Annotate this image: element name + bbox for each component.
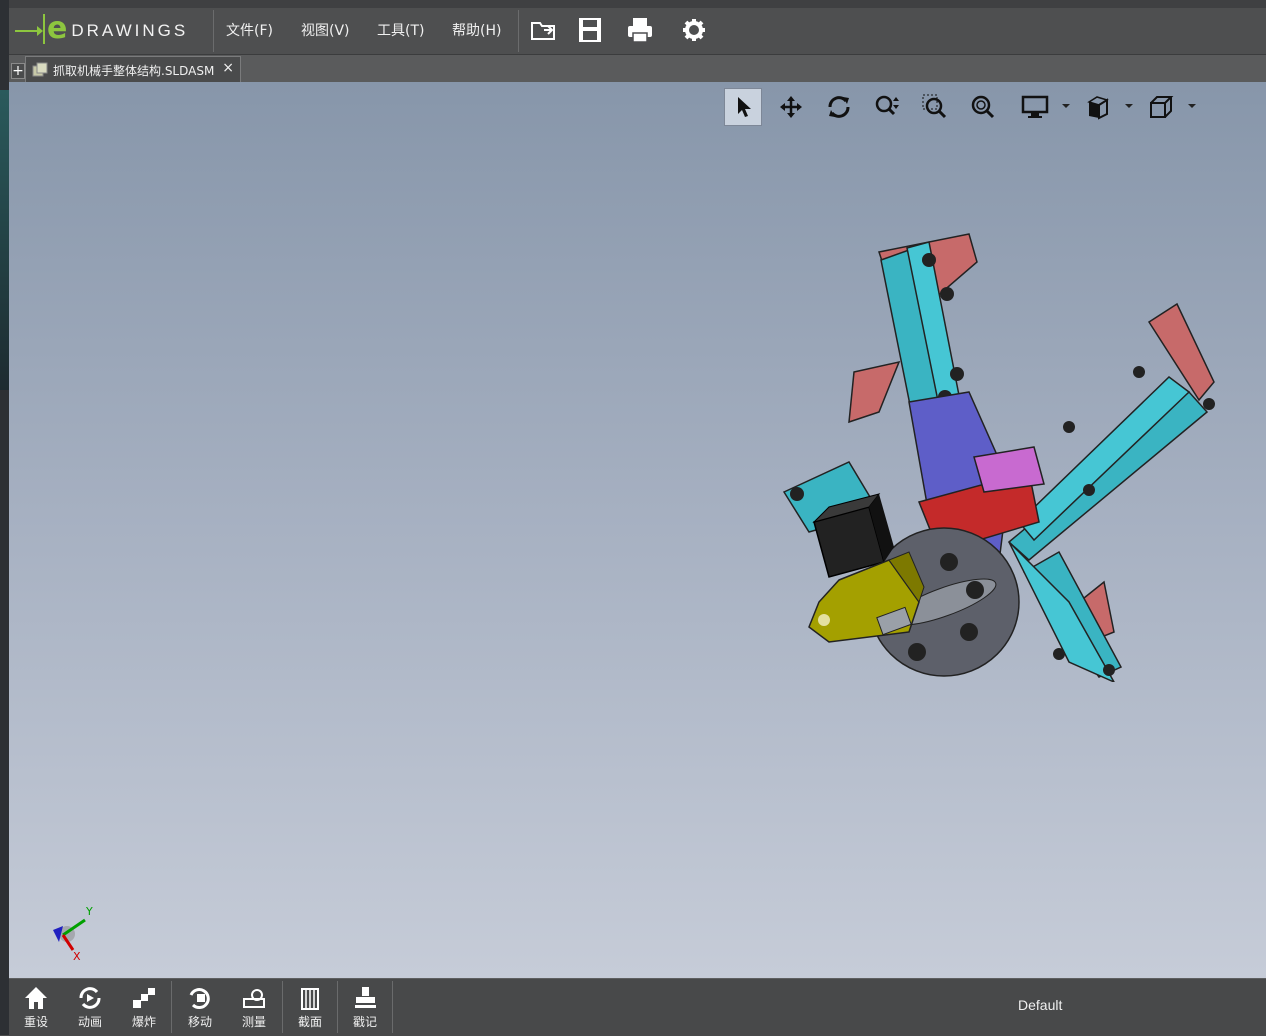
chevron-down-icon[interactable] [1062, 104, 1070, 108]
chevron-down-icon[interactable] [1125, 104, 1133, 108]
bottom-toolbar: 重设 动画 爆炸 移动 测量 截面 戳记 Default [9, 978, 1266, 1036]
gripper-model[interactable] [769, 222, 1239, 682]
3d-viewport[interactable]: Y X [9, 82, 1266, 978]
animate-label: 动画 [77, 1015, 102, 1029]
document-tab[interactable]: 抓取机械手整体结构.SLDASM × [25, 56, 241, 83]
toolbar-divider [392, 981, 393, 1033]
explode-button[interactable]: 爆炸 [117, 983, 171, 1031]
menu-bar: e DRAWINGS 文件(F) 视图(V) 工具(T) 帮助(H) [9, 8, 1266, 55]
stamp-icon [355, 987, 376, 1008]
chevron-down-icon[interactable] [1188, 104, 1196, 108]
view-cube-icon[interactable] [1142, 88, 1180, 126]
menu-file[interactable]: 文件(F) [226, 20, 273, 40]
logo-letter: e [43, 14, 67, 44]
measure-label: 测量 [241, 1015, 266, 1029]
assembly-icon [32, 62, 48, 77]
lower-finger [1008, 541, 1123, 682]
move-label: 移动 [187, 1015, 212, 1029]
title-strip [9, 0, 1266, 8]
document-tab-bar: + 抓取机械手整体结构.SLDASM × [9, 55, 1266, 83]
select-arrow-icon[interactable] [724, 88, 762, 126]
logo-word: DRAWINGS [71, 21, 189, 40]
section-label: 截面 [297, 1015, 322, 1029]
view-orientation-icon[interactable] [1079, 88, 1117, 126]
zoom-fit-icon[interactable] [964, 88, 1002, 126]
menu-divider [213, 10, 214, 52]
section-button[interactable]: 截面 [283, 983, 337, 1031]
explode-label: 爆炸 [131, 1015, 156, 1029]
animate-button[interactable]: 动画 [63, 983, 117, 1031]
reset-button[interactable]: 重设 [9, 983, 63, 1031]
reset-label: 重设 [23, 1015, 48, 1029]
pan-icon[interactable] [772, 88, 810, 126]
measure-icon [243, 989, 265, 1008]
move-button[interactable]: 移动 [173, 983, 227, 1031]
open-icon[interactable] [530, 17, 556, 43]
view-toolbar [724, 88, 1224, 126]
menu-help[interactable]: 帮助(H) [452, 20, 501, 40]
settings-gear-icon[interactable] [681, 17, 707, 43]
right-finger [1007, 302, 1215, 561]
zoom-area-icon[interactable] [916, 88, 954, 126]
left-window-edge [0, 0, 9, 1035]
triad-y-label: Y [85, 905, 93, 918]
move-icon [189, 988, 210, 1010]
configuration-name[interactable]: Default [1018, 997, 1062, 1013]
menu-view[interactable]: 视图(V) [301, 20, 350, 40]
section-icon [301, 988, 319, 1010]
stamp-button[interactable]: 戳记 [338, 983, 392, 1031]
explode-icon [133, 988, 155, 1008]
coordinate-triad: Y X [53, 905, 93, 962]
save-icon[interactable] [577, 17, 603, 43]
display-style-icon[interactable] [1016, 88, 1054, 126]
home-icon [25, 987, 47, 1009]
toolbar-divider [171, 981, 172, 1033]
zoom-icon[interactable] [868, 88, 906, 126]
close-tab-icon[interactable]: × [222, 60, 234, 76]
menu-divider [518, 10, 519, 52]
triad-x-label: X [73, 950, 81, 962]
stamp-label: 戳记 [352, 1015, 377, 1029]
edrawings-logo: e DRAWINGS [15, 14, 188, 48]
menu-tools[interactable]: 工具(T) [377, 20, 424, 40]
new-tab-button[interactable]: + [11, 63, 25, 79]
measure-button[interactable]: 测量 [227, 983, 281, 1031]
document-tab-label: 抓取机械手整体结构.SLDASM [53, 64, 215, 78]
rotate-icon[interactable] [820, 88, 858, 126]
print-icon[interactable] [627, 17, 653, 43]
animate-icon [79, 987, 101, 1009]
logo-arrow-icon [15, 26, 43, 36]
